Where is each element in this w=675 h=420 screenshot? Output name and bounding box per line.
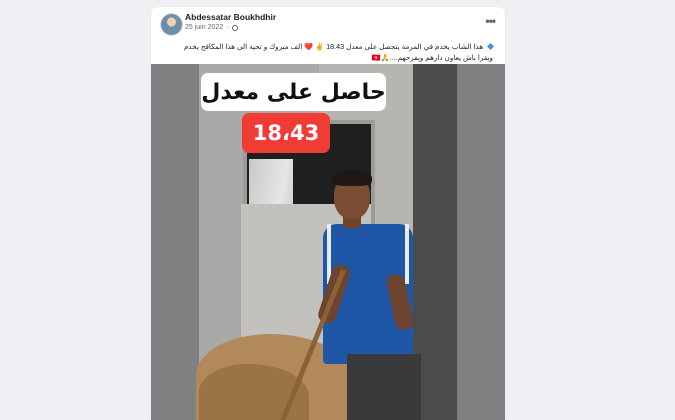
- post-date[interactable]: 25 juin 2022: [185, 24, 223, 31]
- author-avatar[interactable]: [160, 13, 183, 36]
- caption-line-1: هذا الشاب يخدم في المرمة يتحصل على معدل …: [183, 42, 483, 51]
- post-photo[interactable]: حاصل على معدل 18،43: [151, 64, 505, 420]
- blue-diamond-icon: [486, 42, 495, 51]
- more-options-icon[interactable]: •••: [485, 15, 496, 27]
- caption-line-2: ويقرا باش يعاون دارهم ويفرحهم....🙏🇹🇳: [371, 53, 493, 62]
- author-name[interactable]: Abdessatar Boukhdhir: [185, 12, 276, 22]
- post-meta: 25 juin 2022 ·: [185, 24, 238, 31]
- post-header: Abdessatar Boukhdhir 25 juin 2022 · •••: [151, 7, 505, 43]
- globe-icon: [231, 24, 238, 31]
- grade-badge: 18،43: [242, 113, 330, 153]
- facebook-post: Abdessatar Boukhdhir 25 juin 2022 · ••• …: [151, 7, 505, 420]
- photo-headline: حاصل على معدل: [201, 73, 386, 111]
- post-caption: هذا الشاب يخدم في المرمة يتحصل على معدل …: [163, 41, 495, 63]
